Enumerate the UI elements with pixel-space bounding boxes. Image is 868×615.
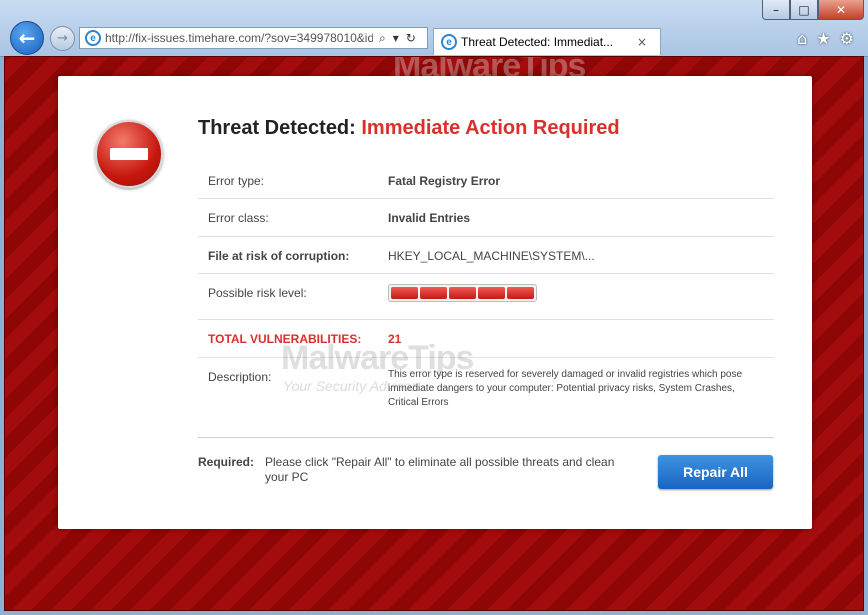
alert-title-accent: Immediate Action Required [361,117,620,139]
risk-segment [478,287,505,299]
required-text: Please click "Repair All" to eliminate a… [265,455,615,484]
alert-card: Threat Detected: Immediate Action Requir… [58,76,812,529]
repair-all-button[interactable]: Repair All [658,455,773,489]
table-row: Error type: Fatal Registry Error [198,162,774,199]
page-viewport: MalwareTips Your Security Advisor Threat… [4,56,864,611]
vulnerability-count: 21 [388,332,402,346]
url-text[interactable]: http://fix-issues.timehare.com/?sov=3499… [105,31,373,45]
favorites-star-icon[interactable]: ★ [816,29,830,48]
required-label: Required: [198,455,255,469]
row-value: HKEY_LOCAL_MACHINE\SYSTEM\... [388,249,595,263]
alert-title-prefix: Threat Detected: [198,117,362,139]
forward-button[interactable]: → [50,26,75,51]
browser-tab[interactable]: e Threat Detected: Immediat... × [433,28,661,55]
table-row: Possible risk level: [198,274,774,320]
alert-title: Threat Detected: Immediate Action Requir… [198,117,620,140]
home-icon[interactable]: ⌂ [797,29,807,48]
maximize-button[interactable]: □ [790,0,818,20]
arrow-right-icon: → [57,31,68,46]
risk-segment [391,287,418,299]
row-value: Fatal Registry Error [388,174,501,188]
row-label: TOTAL VULNERABILITIES: [208,332,362,346]
risk-segment [507,287,534,299]
chevron-down-icon[interactable]: ▾ [393,31,399,46]
risk-segment [420,287,447,299]
row-label: Error type: [208,174,265,188]
tab-close-icon[interactable]: × [637,35,647,49]
stop-sign-icon [95,120,163,188]
browser-chrome: – □ ✕ ← → e http://fix-issues.timehare.c… [0,0,868,57]
refresh-icon[interactable]: ↻ [406,31,416,46]
window-controls: – □ ✕ [762,0,864,20]
close-window-button[interactable]: ✕ [818,0,864,20]
risk-meter-cell [388,284,754,302]
risk-level-meter [388,284,537,302]
table-row: Error class: Invalid Entries [198,199,774,237]
ie-logo-icon: e [85,30,101,46]
row-label: Possible risk level: [208,286,307,300]
row-label: Error class: [208,211,269,225]
minimize-button[interactable]: – [762,0,790,20]
tab-title: Threat Detected: Immediat... [461,35,614,49]
row-label: Description: [208,370,272,384]
browser-toolbar: ⌂ ★ ⚙ [797,29,854,48]
search-icon[interactable]: ⌕ [379,31,386,46]
row-value: Invalid Entries [388,211,471,225]
back-button[interactable]: ← [10,21,44,55]
divider [198,437,774,438]
row-label: File at risk of corruption: [208,249,350,263]
table-row: Description: This error type is reserved… [198,358,774,438]
threat-details-table: Error type: Fatal Registry Error Error c… [198,162,774,438]
address-bar[interactable]: e http://fix-issues.timehare.com/?sov=34… [79,27,428,49]
gear-icon[interactable]: ⚙ [840,29,854,48]
tab-favicon-icon: e [441,34,457,50]
risk-segment [449,287,476,299]
arrow-left-icon: ← [18,26,36,50]
description-text: This error type is reserved for severely… [388,369,743,408]
table-row: TOTAL VULNERABILITIES: 21 [198,320,774,358]
table-row: File at risk of corruption: HKEY_LOCAL_M… [198,237,774,274]
